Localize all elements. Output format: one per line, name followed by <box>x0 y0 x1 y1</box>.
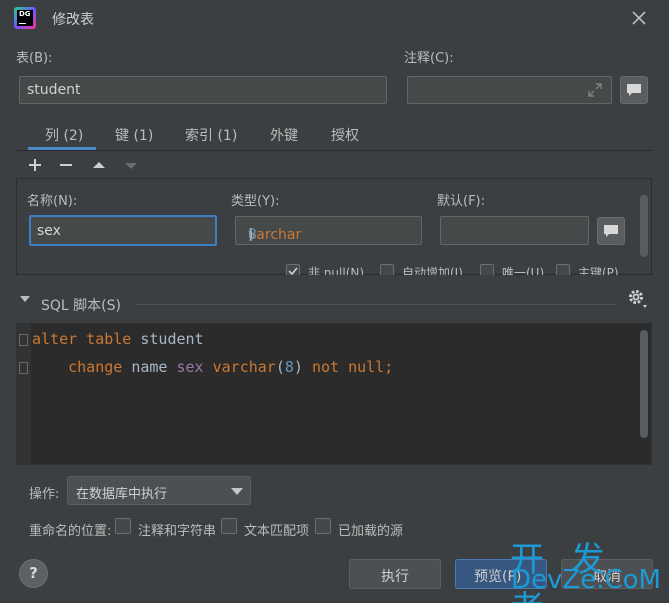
execute-label: 执行 <box>381 569 409 585</box>
remove-icon[interactable] <box>56 155 76 175</box>
check-icon <box>288 267 298 275</box>
chat-bubble-icon <box>627 84 641 96</box>
column-default-label: 默认(F): <box>437 194 486 209</box>
sql-line-1: alter table student <box>32 330 204 348</box>
close-icon[interactable] <box>629 8 649 28</box>
table-name-value: student <box>27 82 81 98</box>
not-null-label: 非 null(N) <box>308 266 365 275</box>
not-null-checkbox[interactable] <box>286 264 300 275</box>
tab-grants[interactable]: 授权 <box>331 125 359 145</box>
rename-location-label: 重命名的位置: <box>29 524 112 539</box>
table-name-label: 表(B): <box>16 51 53 66</box>
columns-scrollbar[interactable] <box>640 195 648 257</box>
column-name-input[interactable]: sex <box>29 215 217 246</box>
sql-collapse-icon[interactable] <box>18 292 32 310</box>
sql-line-2: change name sex varchar(8) not null; <box>68 358 394 376</box>
tab-bar: 列 (2) 键 (1) 索引 (1) 外键 授权 <box>24 120 384 150</box>
auto-increment-checkbox[interactable] <box>380 264 394 275</box>
unique-checkbox[interactable] <box>480 264 494 275</box>
columns-toolbar <box>16 151 652 179</box>
auto-increment-label: 自动增加(I) <box>402 266 463 275</box>
rename-loaded-sources-label: 已加载的源 <box>338 524 404 539</box>
rename-text-matches-checkbox[interactable] <box>221 518 237 534</box>
operation-selected-value: 在数据库中执行 <box>76 487 168 502</box>
comment-label: 注释(C): <box>404 51 454 66</box>
help-button[interactable]: ? <box>19 559 48 588</box>
chevron-down-icon <box>231 488 243 495</box>
table-name-input[interactable]: student <box>19 76 387 104</box>
title-bar <box>0 0 669 36</box>
execute-button[interactable]: 执行 <box>349 559 441 589</box>
dialog-title: 修改表 <box>52 12 94 28</box>
primary-key-label: 主键(P) <box>578 266 619 275</box>
tab-columns[interactable]: 列 (2) <box>45 125 83 145</box>
operation-select[interactable]: 在数据库中执行 <box>67 476 251 505</box>
move-up-icon[interactable] <box>89 155 109 175</box>
comment-chat-button[interactable] <box>620 76 648 104</box>
sql-separator <box>136 304 616 305</box>
watermark-site: DevZe.CoM <box>511 565 661 595</box>
help-icon: ? <box>29 564 38 582</box>
sql-scrollbar[interactable] <box>640 330 648 438</box>
sql-script-title[interactable]: SQL 脚本(S) <box>41 295 121 315</box>
expand-icon[interactable] <box>587 82 603 98</box>
rename-text-matches-label: 文本匹配项 <box>244 524 310 539</box>
fold-marker-icon[interactable] <box>19 362 28 374</box>
move-down-icon[interactable] <box>121 155 141 175</box>
column-name-value: sex <box>37 223 61 239</box>
rename-comments-checkbox[interactable] <box>115 518 131 534</box>
column-comment-button[interactable] <box>597 217 625 245</box>
primary-key-checkbox[interactable] <box>556 264 570 275</box>
fold-marker-icon[interactable] <box>19 334 28 346</box>
tab-indexes[interactable]: 索引 (1) <box>185 125 237 145</box>
add-icon[interactable] <box>25 155 45 175</box>
rename-loaded-sources-checkbox[interactable] <box>315 518 331 534</box>
column-options-row: 非 null(N) 自动增加(I) 唯一(U) 主键(P) <box>284 262 644 275</box>
operation-label: 操作: <box>29 487 60 502</box>
datagrip-app-icon: DG <box>14 7 36 29</box>
tab-foreign-keys[interactable]: 外键 <box>270 125 298 145</box>
rename-comments-label: 注释和字符串 <box>138 524 217 539</box>
column-name-label: 名称(N): <box>27 194 78 209</box>
column-type-label: 类型(Y): <box>231 194 280 209</box>
unique-label: 唯一(U) <box>502 266 545 275</box>
tab-keys[interactable]: 键 (1) <box>115 125 153 145</box>
column-type-input[interactable]: varchar(8) <box>235 216 422 245</box>
gear-icon[interactable] <box>626 287 650 311</box>
column-default-input[interactable] <box>440 216 589 245</box>
comment-input[interactable] <box>407 76 612 104</box>
chat-bubble-icon <box>604 225 618 237</box>
